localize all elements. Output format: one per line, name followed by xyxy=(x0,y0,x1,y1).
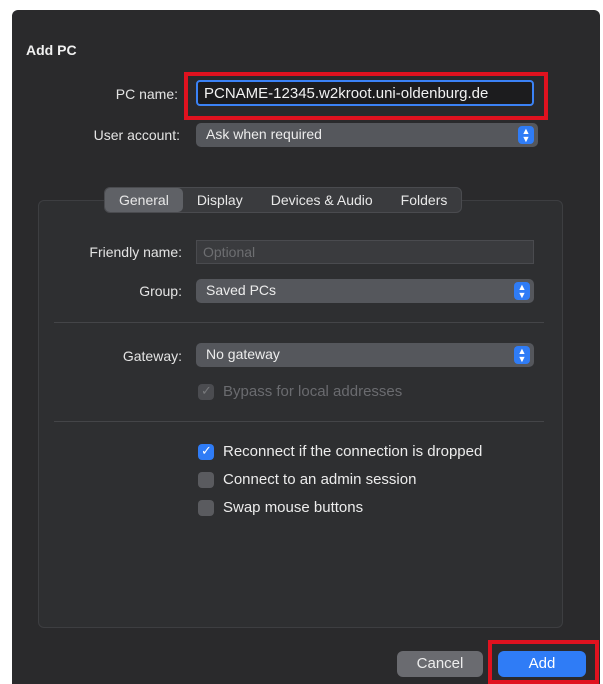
admin-session-checkbox[interactable]: Connect to an admin session xyxy=(198,471,416,488)
friendly-name-input[interactable]: Optional xyxy=(196,240,534,264)
swap-mouse-checkbox[interactable]: Swap mouse buttons xyxy=(198,499,363,516)
checkbox-empty-icon[interactable] xyxy=(198,499,214,516)
group-label: Group: xyxy=(139,283,182,299)
checkbox-empty-icon[interactable] xyxy=(198,471,214,488)
chevron-updown-icon: ▲ ▼ xyxy=(514,346,530,364)
reconnect-checkbox[interactable]: Reconnect if the connection is dropped xyxy=(198,443,482,460)
pc-name-label: PC name: xyxy=(115,86,178,102)
tab-bar: General Display Devices & Audio Folders xyxy=(104,187,463,213)
gateway-select[interactable]: No gateway ▲ ▼ xyxy=(196,343,534,367)
tab-folders[interactable]: Folders xyxy=(387,188,462,212)
dialog-title: Add PC xyxy=(26,42,77,58)
divider xyxy=(54,322,544,323)
swap-mouse-label: Swap mouse buttons xyxy=(223,499,364,516)
user-account-label: User account: xyxy=(93,127,180,143)
cancel-button[interactable]: Cancel xyxy=(397,651,483,677)
gateway-label: Gateway: xyxy=(122,348,182,364)
group-select[interactable]: Saved PCs ▲ ▼ xyxy=(196,279,534,303)
pc-name-highlight xyxy=(184,72,548,120)
bypass-local-label: Bypass for local addresses xyxy=(223,383,403,400)
reconnect-label: Reconnect if the connection is dropped xyxy=(223,443,483,460)
tab-general[interactable]: General xyxy=(105,188,183,212)
chevron-updown-icon: ▲ ▼ xyxy=(518,126,534,144)
tab-display[interactable]: Display xyxy=(183,188,257,212)
user-account-value: Ask when required xyxy=(206,126,322,142)
add-button-highlight xyxy=(488,640,599,684)
bypass-local-checkbox: Bypass for local addresses xyxy=(198,383,402,400)
checkmark-icon xyxy=(198,383,214,400)
chevron-updown-icon: ▲ ▼ xyxy=(514,282,530,300)
admin-session-label: Connect to an admin session xyxy=(223,471,417,488)
friendly-name-label: Friendly name: xyxy=(89,244,182,260)
gateway-value: No gateway xyxy=(206,346,280,362)
group-value: Saved PCs xyxy=(206,282,277,298)
settings-panel xyxy=(38,200,563,628)
user-account-select[interactable]: Ask when required ▲ ▼ xyxy=(196,123,538,147)
divider xyxy=(54,421,544,422)
tab-devices-audio[interactable]: Devices & Audio xyxy=(257,188,387,212)
checkmark-icon[interactable] xyxy=(198,443,214,460)
